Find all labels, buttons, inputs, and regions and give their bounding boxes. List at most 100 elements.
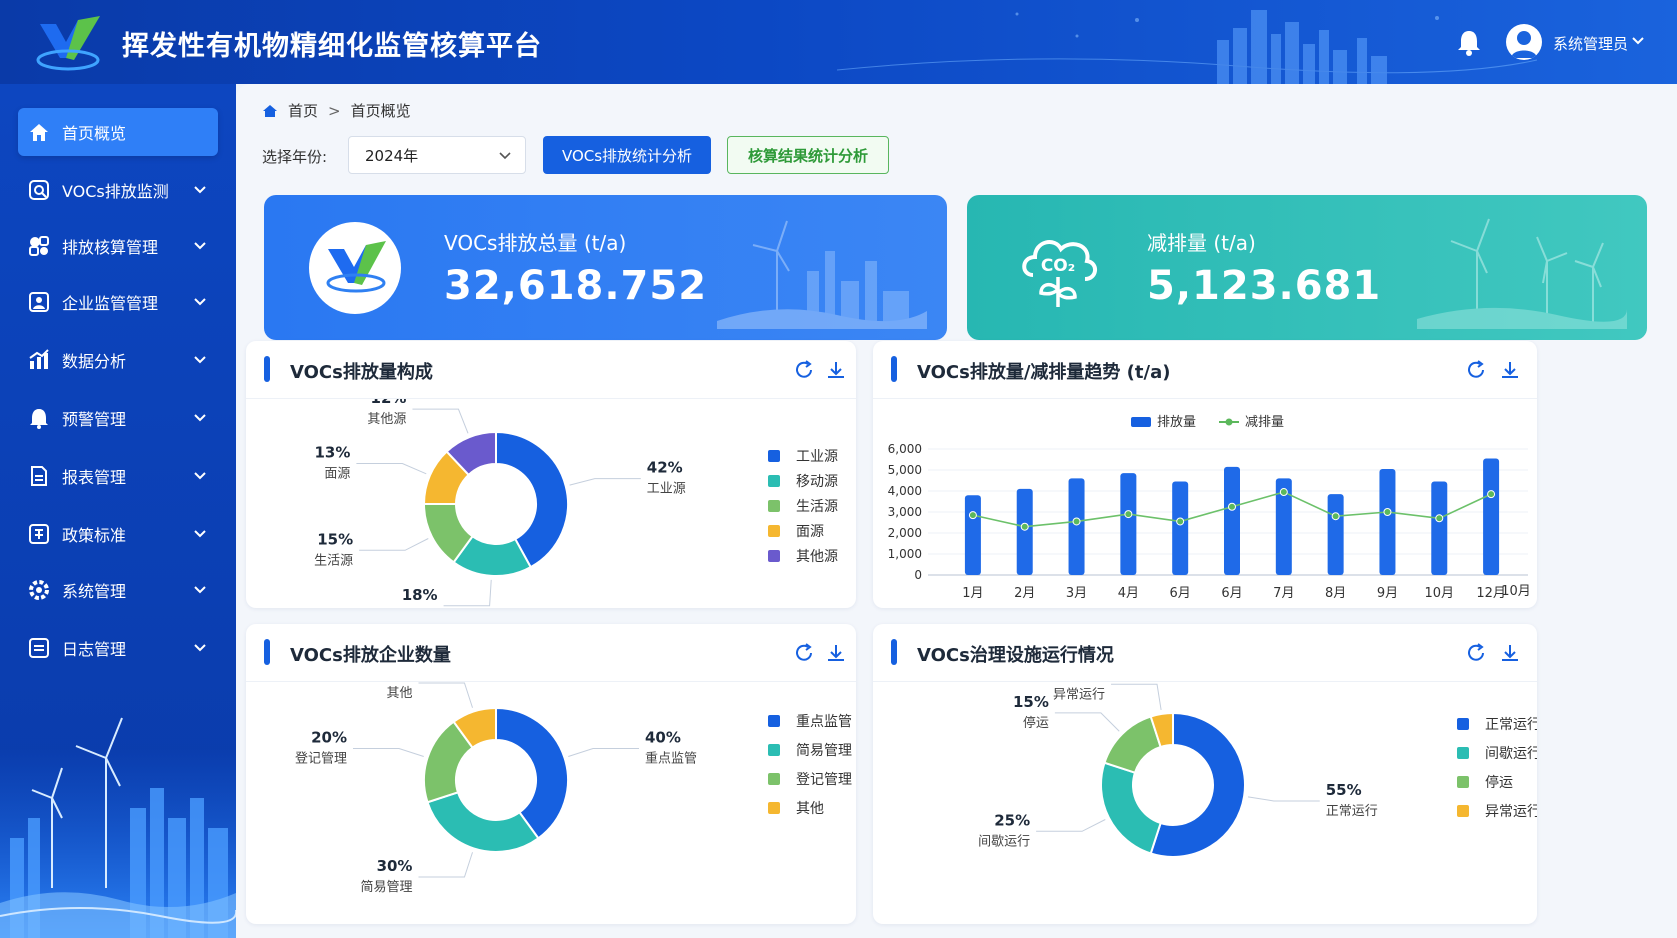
kpi-reduction-value: 5,123.681 xyxy=(1147,263,1382,309)
callout-line xyxy=(1247,796,1320,802)
sidebar-item-label: 系统管理 xyxy=(62,582,127,601)
callout-line xyxy=(1111,683,1162,711)
x-tick-label: 9月 xyxy=(1377,586,1398,601)
slice-name-label: 其他源 xyxy=(367,412,406,427)
legend-label: 其他 xyxy=(796,801,824,817)
callout-line xyxy=(568,747,640,757)
slice-percent-label: 15% xyxy=(1013,693,1049,711)
slice-percent-label: 25% xyxy=(994,811,1030,829)
download-icon[interactable] xyxy=(1499,642,1521,664)
line-point xyxy=(1176,517,1185,526)
sidebar-item-system[interactable]: 系统管理 xyxy=(18,566,218,614)
sidebar-item-label: 数据分析 xyxy=(62,352,127,371)
user-name[interactable]: 系统管理员 xyxy=(1553,33,1628,54)
slice-name-label: 面源 xyxy=(324,466,350,481)
sidebar-item-alarm[interactable]: 预警管理 xyxy=(18,394,218,442)
refresh-icon[interactable] xyxy=(793,359,815,381)
notification-bell-icon[interactable] xyxy=(1456,28,1482,56)
refresh-icon[interactable] xyxy=(1465,359,1487,381)
slice-name-label: 登记管理 xyxy=(295,751,347,766)
home-icon xyxy=(263,104,277,117)
calc-result-analysis-button[interactable]: 核算结果统计分析 xyxy=(727,136,889,174)
legend-label: 移动源 xyxy=(796,474,838,490)
slice-name-label: 简易管理 xyxy=(360,879,412,895)
chevron-down-icon xyxy=(194,414,206,422)
emission-trend-bar-line-chart: 排放量 减排量 6,000 5,000 4,000 3,000 2,000 1,000 0 1月 2… xyxy=(888,415,1531,601)
sidebar-item-vocs-monitor[interactable]: VOCs排放监测 xyxy=(18,166,218,214)
legend-label: 工业源 xyxy=(796,449,838,465)
sidebar-item-label: 企业监管管理 xyxy=(62,294,159,313)
user-avatar[interactable] xyxy=(1506,24,1542,60)
x-tick-label: 7月 xyxy=(1273,586,1294,601)
sidebar-item-data-analysis[interactable]: 数据分析 xyxy=(18,336,218,384)
facility-operation-donut-chart: 55%正常运行正常运行25%间歇运行间歇运行15%停运停运5%异常运行异常运行 xyxy=(978,682,1537,858)
legend-label: 排放量 xyxy=(1157,415,1196,430)
chevron-down-icon[interactable] xyxy=(1632,36,1644,46)
user-icon xyxy=(1511,31,1537,58)
bar xyxy=(964,495,981,575)
bar xyxy=(1120,473,1137,575)
analysis-icon xyxy=(29,349,49,369)
card-title: VOCs排放企业数量 xyxy=(290,645,451,666)
card-title: VOCs排放量构成 xyxy=(290,362,433,383)
line-point xyxy=(1383,508,1392,516)
enterprise-icon xyxy=(29,292,49,312)
y-tick-label: 6,000 xyxy=(888,442,922,456)
download-icon[interactable] xyxy=(825,642,847,664)
legend-swatch xyxy=(768,744,780,756)
vocs-emission-analysis-button[interactable]: VOCs排放统计分析 xyxy=(543,136,711,174)
bar xyxy=(1483,458,1500,575)
sidebar-item-home-overview[interactable]: 首页概览 xyxy=(18,108,218,156)
calc-icon xyxy=(29,236,49,256)
kpi-total-emission: VOCs排放总量 (t/a) 32,618.752 xyxy=(264,195,947,340)
sidebar-item-enterprise[interactable]: 企业监管管理 xyxy=(18,278,218,326)
year-select-value: 2024年 xyxy=(365,146,419,165)
sidebar-item-report[interactable]: 报表管理 xyxy=(18,452,218,500)
legend-swatch xyxy=(1457,747,1469,759)
legend-swatch xyxy=(1457,805,1469,817)
line-point xyxy=(1487,490,1496,499)
refresh-icon[interactable] xyxy=(793,642,815,664)
legend-swatch xyxy=(768,450,780,462)
chevron-down-icon xyxy=(194,356,206,364)
legend-swatch xyxy=(768,475,780,487)
download-icon[interactable] xyxy=(1499,359,1521,381)
chevron-down-icon xyxy=(194,186,206,194)
chevron-down-icon xyxy=(194,586,206,594)
x-tick-label: 6月 xyxy=(1170,586,1191,601)
home-icon xyxy=(30,124,48,141)
line-point xyxy=(1072,517,1081,526)
sidebar-item-label: 预警管理 xyxy=(62,410,127,429)
monitor-icon xyxy=(29,180,49,200)
kpi-reduction: CO₂ 减排量 (t/a) 5,123.681 xyxy=(967,195,1647,340)
slice-percent-label: 13% xyxy=(314,443,350,461)
sidebar-item-log[interactable]: 日志管理 xyxy=(18,624,218,672)
download-icon[interactable] xyxy=(825,359,847,381)
x-tick-label: 1月 xyxy=(962,586,983,601)
legend-label: 停运 xyxy=(1485,774,1513,791)
sidebar-item-emission-calc[interactable]: 排放核算管理 xyxy=(18,222,218,270)
top-header: 挥发性有机物精细化监管核算平台 系统管理员 xyxy=(0,0,1677,84)
refresh-icon[interactable] xyxy=(1465,642,1487,664)
callout-line xyxy=(356,462,427,475)
slice-name-label: 间歇运行 xyxy=(978,834,1030,849)
legend-label: 登记管理 xyxy=(796,772,852,788)
report-icon xyxy=(31,466,47,486)
sidebar-item-label: 政策标准 xyxy=(62,526,127,545)
y-tick-label: 2,000 xyxy=(888,526,922,540)
line-point xyxy=(1228,502,1236,511)
chevron-down-icon xyxy=(194,530,206,538)
slice-name-label: 工业源 xyxy=(647,482,686,497)
wind-turbine-decoration xyxy=(1417,218,1627,329)
breadcrumb-home[interactable]: 首页 xyxy=(288,100,318,121)
legend-swatch xyxy=(768,525,780,537)
sidebar: 首页概览 VOCs排放监测 排放核算管理 企业监管管理 数据分析 预警管理 报表… xyxy=(0,84,236,938)
slice-percent-label: 55% xyxy=(1326,781,1362,799)
x-tick-label: 2月 xyxy=(1014,586,1035,601)
alarm-icon xyxy=(30,409,48,429)
chevron-down-icon xyxy=(194,472,206,480)
callout-line xyxy=(418,852,473,878)
slice-percent-label: 15% xyxy=(317,530,353,548)
year-select[interactable]: 2024年 xyxy=(348,136,526,174)
sidebar-item-policy[interactable]: 政策标准 xyxy=(18,510,218,558)
